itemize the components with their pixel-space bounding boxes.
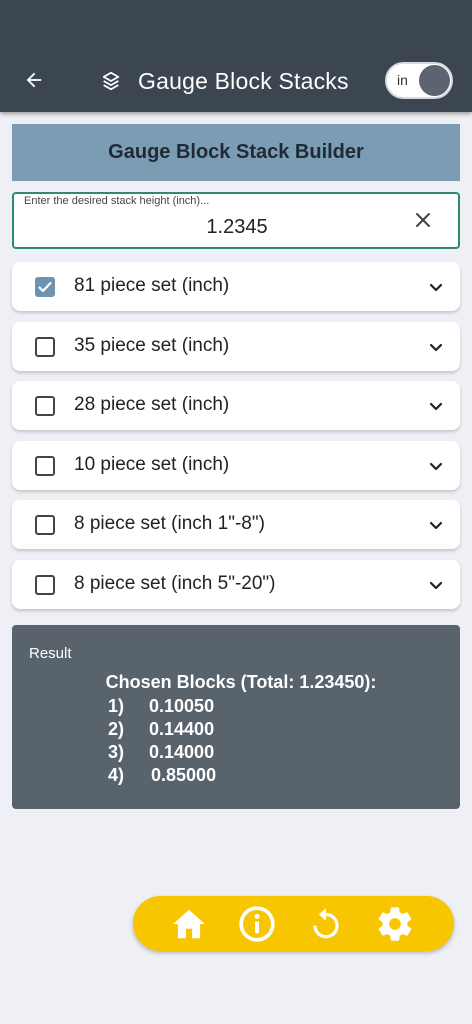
result-item-value: 0.85000 bbox=[151, 765, 217, 785]
chevron-down-icon[interactable] bbox=[428, 458, 444, 474]
result-item: 3) 0.14000 bbox=[108, 742, 216, 765]
set-label: 8 piece set (inch 5"-20") bbox=[74, 573, 276, 594]
chevron-down-icon[interactable] bbox=[428, 398, 444, 414]
set-row-10-inch[interactable]: 10 piece set (inch) bbox=[12, 441, 460, 490]
result-list: 1) 0.10050 2) 0.14400 3) 0.14000 4) 0.85… bbox=[108, 696, 216, 788]
chevron-down-icon[interactable] bbox=[428, 339, 444, 355]
info-icon bbox=[239, 906, 275, 942]
home-button[interactable] bbox=[169, 904, 209, 944]
chevron-down-icon[interactable] bbox=[428, 517, 444, 533]
stack-height-input[interactable]: Enter the desired stack height (inch)...… bbox=[12, 192, 460, 249]
back-button[interactable] bbox=[20, 66, 48, 94]
builder-title: Gauge Block Stack Builder bbox=[108, 141, 364, 163]
result-item: 1) 0.10050 bbox=[108, 696, 216, 719]
set-label: 8 piece set (inch 1"-8") bbox=[74, 513, 265, 534]
builder-header: Gauge Block Stack Builder bbox=[12, 124, 460, 181]
close-icon bbox=[416, 213, 430, 227]
set-checkbox[interactable] bbox=[35, 575, 55, 595]
stack-height-value[interactable]: 1.2345 bbox=[14, 216, 414, 239]
result-title: Result bbox=[29, 645, 72, 662]
set-checkbox[interactable] bbox=[35, 456, 55, 476]
result-item-number: 1) bbox=[108, 696, 125, 716]
arrow-left-icon bbox=[26, 72, 42, 88]
chevron-down-icon[interactable] bbox=[428, 577, 444, 593]
check-icon bbox=[38, 281, 52, 293]
refresh-icon bbox=[313, 908, 339, 939]
result-item-value: 0.10050 bbox=[149, 696, 215, 716]
app-title-group: Gauge Block Stacks bbox=[100, 64, 349, 98]
home-icon bbox=[173, 909, 205, 939]
chevron-down-icon[interactable] bbox=[428, 279, 444, 295]
result-item-value: 0.14000 bbox=[149, 742, 215, 762]
settings-button[interactable] bbox=[375, 904, 415, 944]
result-item: 2) 0.14400 bbox=[108, 719, 216, 742]
set-checkbox[interactable] bbox=[35, 277, 55, 297]
settings-icon bbox=[378, 907, 412, 941]
app-bar: Gauge Block Stacks in bbox=[0, 0, 472, 112]
result-item-value: 0.14400 bbox=[149, 719, 215, 739]
unit-toggle[interactable]: in bbox=[385, 62, 453, 99]
set-row-28-inch[interactable]: 28 piece set (inch) bbox=[12, 381, 460, 430]
layers-icon bbox=[100, 70, 122, 92]
set-checkbox[interactable] bbox=[35, 396, 55, 416]
set-row-8-inch-5-20[interactable]: 8 piece set (inch 5"-20") bbox=[12, 560, 460, 609]
bottom-nav-bar bbox=[133, 896, 454, 951]
info-button[interactable] bbox=[237, 904, 277, 944]
set-label: 35 piece set (inch) bbox=[74, 335, 230, 356]
set-label: 81 piece set (inch) bbox=[74, 275, 230, 296]
set-row-35-inch[interactable]: 35 piece set (inch) bbox=[12, 322, 460, 371]
stack-height-label: Enter the desired stack height (inch)... bbox=[24, 195, 210, 207]
result-item-number: 3) bbox=[108, 742, 125, 762]
set-label: 10 piece set (inch) bbox=[74, 454, 230, 475]
set-row-81-inch[interactable]: 81 piece set (inch) bbox=[12, 262, 460, 311]
set-label: 28 piece set (inch) bbox=[74, 394, 230, 415]
set-checkbox[interactable] bbox=[35, 515, 55, 535]
refresh-button[interactable] bbox=[306, 904, 346, 944]
result-card: Result Chosen Blocks (Total: 1.23450): 1… bbox=[12, 625, 460, 809]
result-heading: Chosen Blocks (Total: 1.23450): bbox=[105, 672, 377, 692]
clear-button[interactable] bbox=[414, 211, 432, 229]
result-item-number: 2) bbox=[108, 719, 125, 739]
result-item: 4) 0.85000 bbox=[108, 765, 216, 788]
toggle-label: in bbox=[397, 72, 408, 88]
toggle-knob bbox=[419, 65, 450, 96]
app-title: Gauge Block Stacks bbox=[138, 67, 349, 94]
set-checkbox[interactable] bbox=[35, 337, 55, 357]
result-item-number: 4) bbox=[108, 765, 125, 785]
set-row-8-inch-1-8[interactable]: 8 piece set (inch 1"-8") bbox=[12, 500, 460, 549]
